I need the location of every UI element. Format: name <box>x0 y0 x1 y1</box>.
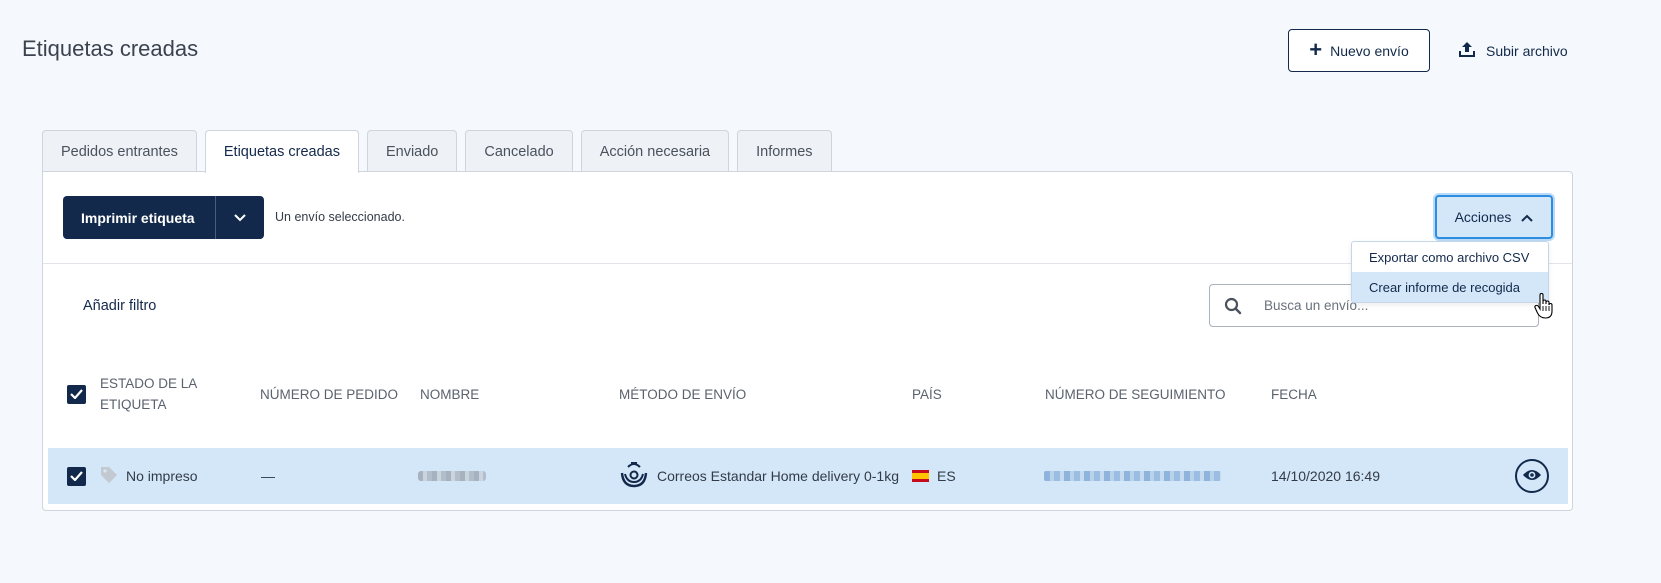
date-cell: 14/10/2020 16:49 <box>1271 468 1380 484</box>
correos-logo-icon <box>619 460 649 493</box>
status-text: No impreso <box>126 468 198 484</box>
tracking-number-cell <box>1044 448 1221 504</box>
name-cell <box>418 448 486 504</box>
view-shipment-button[interactable] <box>1515 459 1549 493</box>
header-order-number[interactable]: NÚMERO DE PEDIDO <box>260 370 398 418</box>
row-select-cell <box>67 448 86 504</box>
redacted-name <box>418 471 486 481</box>
tab-cancelado[interactable]: Cancelado <box>465 130 573 172</box>
plus-icon: + <box>1309 36 1323 62</box>
actions-label: Acciones <box>1454 209 1512 225</box>
create-pickup-report-menu-item[interactable]: Crear informe de recogida <box>1352 272 1548 302</box>
tab-etiquetas-creadas[interactable]: Etiquetas creadas <box>204 130 359 173</box>
upload-file-button[interactable]: Subir archivo <box>1458 37 1568 65</box>
tab-accion-necesaria[interactable]: Acción necesaria <box>580 130 730 172</box>
header-country[interactable]: PAÍS <box>912 370 942 418</box>
header-status[interactable]: ESTADO DE LA ETIQUETA <box>100 370 220 418</box>
view-cell <box>1515 448 1549 504</box>
chevron-up-icon <box>1521 209 1534 225</box>
select-all-cell <box>67 370 86 418</box>
country-cell: ES <box>912 448 956 504</box>
header-tracking-number[interactable]: NÚMERO DE SEGUIMIENTO <box>1045 370 1226 418</box>
header-shipping-method[interactable]: MÉTODO DE ENVÍO <box>619 370 746 418</box>
tab-enviado[interactable]: Enviado <box>366 130 458 172</box>
country-code: ES <box>937 468 956 484</box>
new-shipment-button[interactable]: + Nuevo envío <box>1288 29 1430 72</box>
upload-file-label: Subir archivo <box>1486 43 1568 59</box>
print-label-split-button: Imprimir etiqueta <box>63 196 264 239</box>
tab-pedidos-entrantes[interactable]: Pedidos entrantes <box>42 130 197 172</box>
hand-cursor-icon <box>1534 292 1554 324</box>
new-shipment-label: Nuevo envío <box>1330 42 1409 59</box>
print-label-button[interactable]: Imprimir etiqueta <box>63 196 215 239</box>
shipments-panel: Imprimir etiqueta Un envío seleccionado.… <box>42 171 1573 511</box>
tab-informes[interactable]: Informes <box>737 130 832 172</box>
tag-icon <box>100 466 118 487</box>
shipping-method-text: Correos Estandar Home delivery 0-1kg <box>657 468 899 484</box>
redacted-tracking-number[interactable] <box>1044 471 1221 481</box>
row-checkbox[interactable] <box>67 466 86 486</box>
print-options-toggle[interactable] <box>215 196 264 239</box>
eye-icon <box>1522 468 1542 485</box>
header-date[interactable]: FECHA <box>1271 370 1317 418</box>
actions-button[interactable]: Acciones <box>1435 195 1553 239</box>
shipping-method-cell: Correos Estandar Home delivery 0-1kg <box>619 448 899 504</box>
actions-dropdown-menu: Exportar como archivo CSV Crear informe … <box>1351 241 1549 303</box>
table-header: ESTADO DE LA ETIQUETA NÚMERO DE PEDIDO N… <box>48 370 1568 418</box>
toolbar: Imprimir etiqueta Un envío seleccionado.… <box>43 172 1572 264</box>
search-icon <box>1210 297 1256 315</box>
upload-icon <box>1458 41 1476 62</box>
chevron-down-icon <box>234 209 246 227</box>
add-filter-link[interactable]: Añadir filtro <box>83 298 156 314</box>
order-number-cell: — <box>261 468 275 484</box>
header-name[interactable]: NOMBRE <box>420 370 479 418</box>
page-title: Etiquetas creadas <box>22 36 199 61</box>
export-csv-menu-item[interactable]: Exportar como archivo CSV <box>1352 242 1548 272</box>
spain-flag-icon <box>912 470 929 482</box>
status-cell: No impreso <box>100 448 198 504</box>
table-row[interactable]: No impreso — Correos Estandar Home deliv… <box>48 448 1568 504</box>
tab-bar: Pedidos entrantes Etiquetas creadas Envi… <box>42 130 832 173</box>
select-all-checkbox[interactable] <box>67 384 86 404</box>
selection-count-text: Un envío seleccionado. <box>275 210 405 224</box>
